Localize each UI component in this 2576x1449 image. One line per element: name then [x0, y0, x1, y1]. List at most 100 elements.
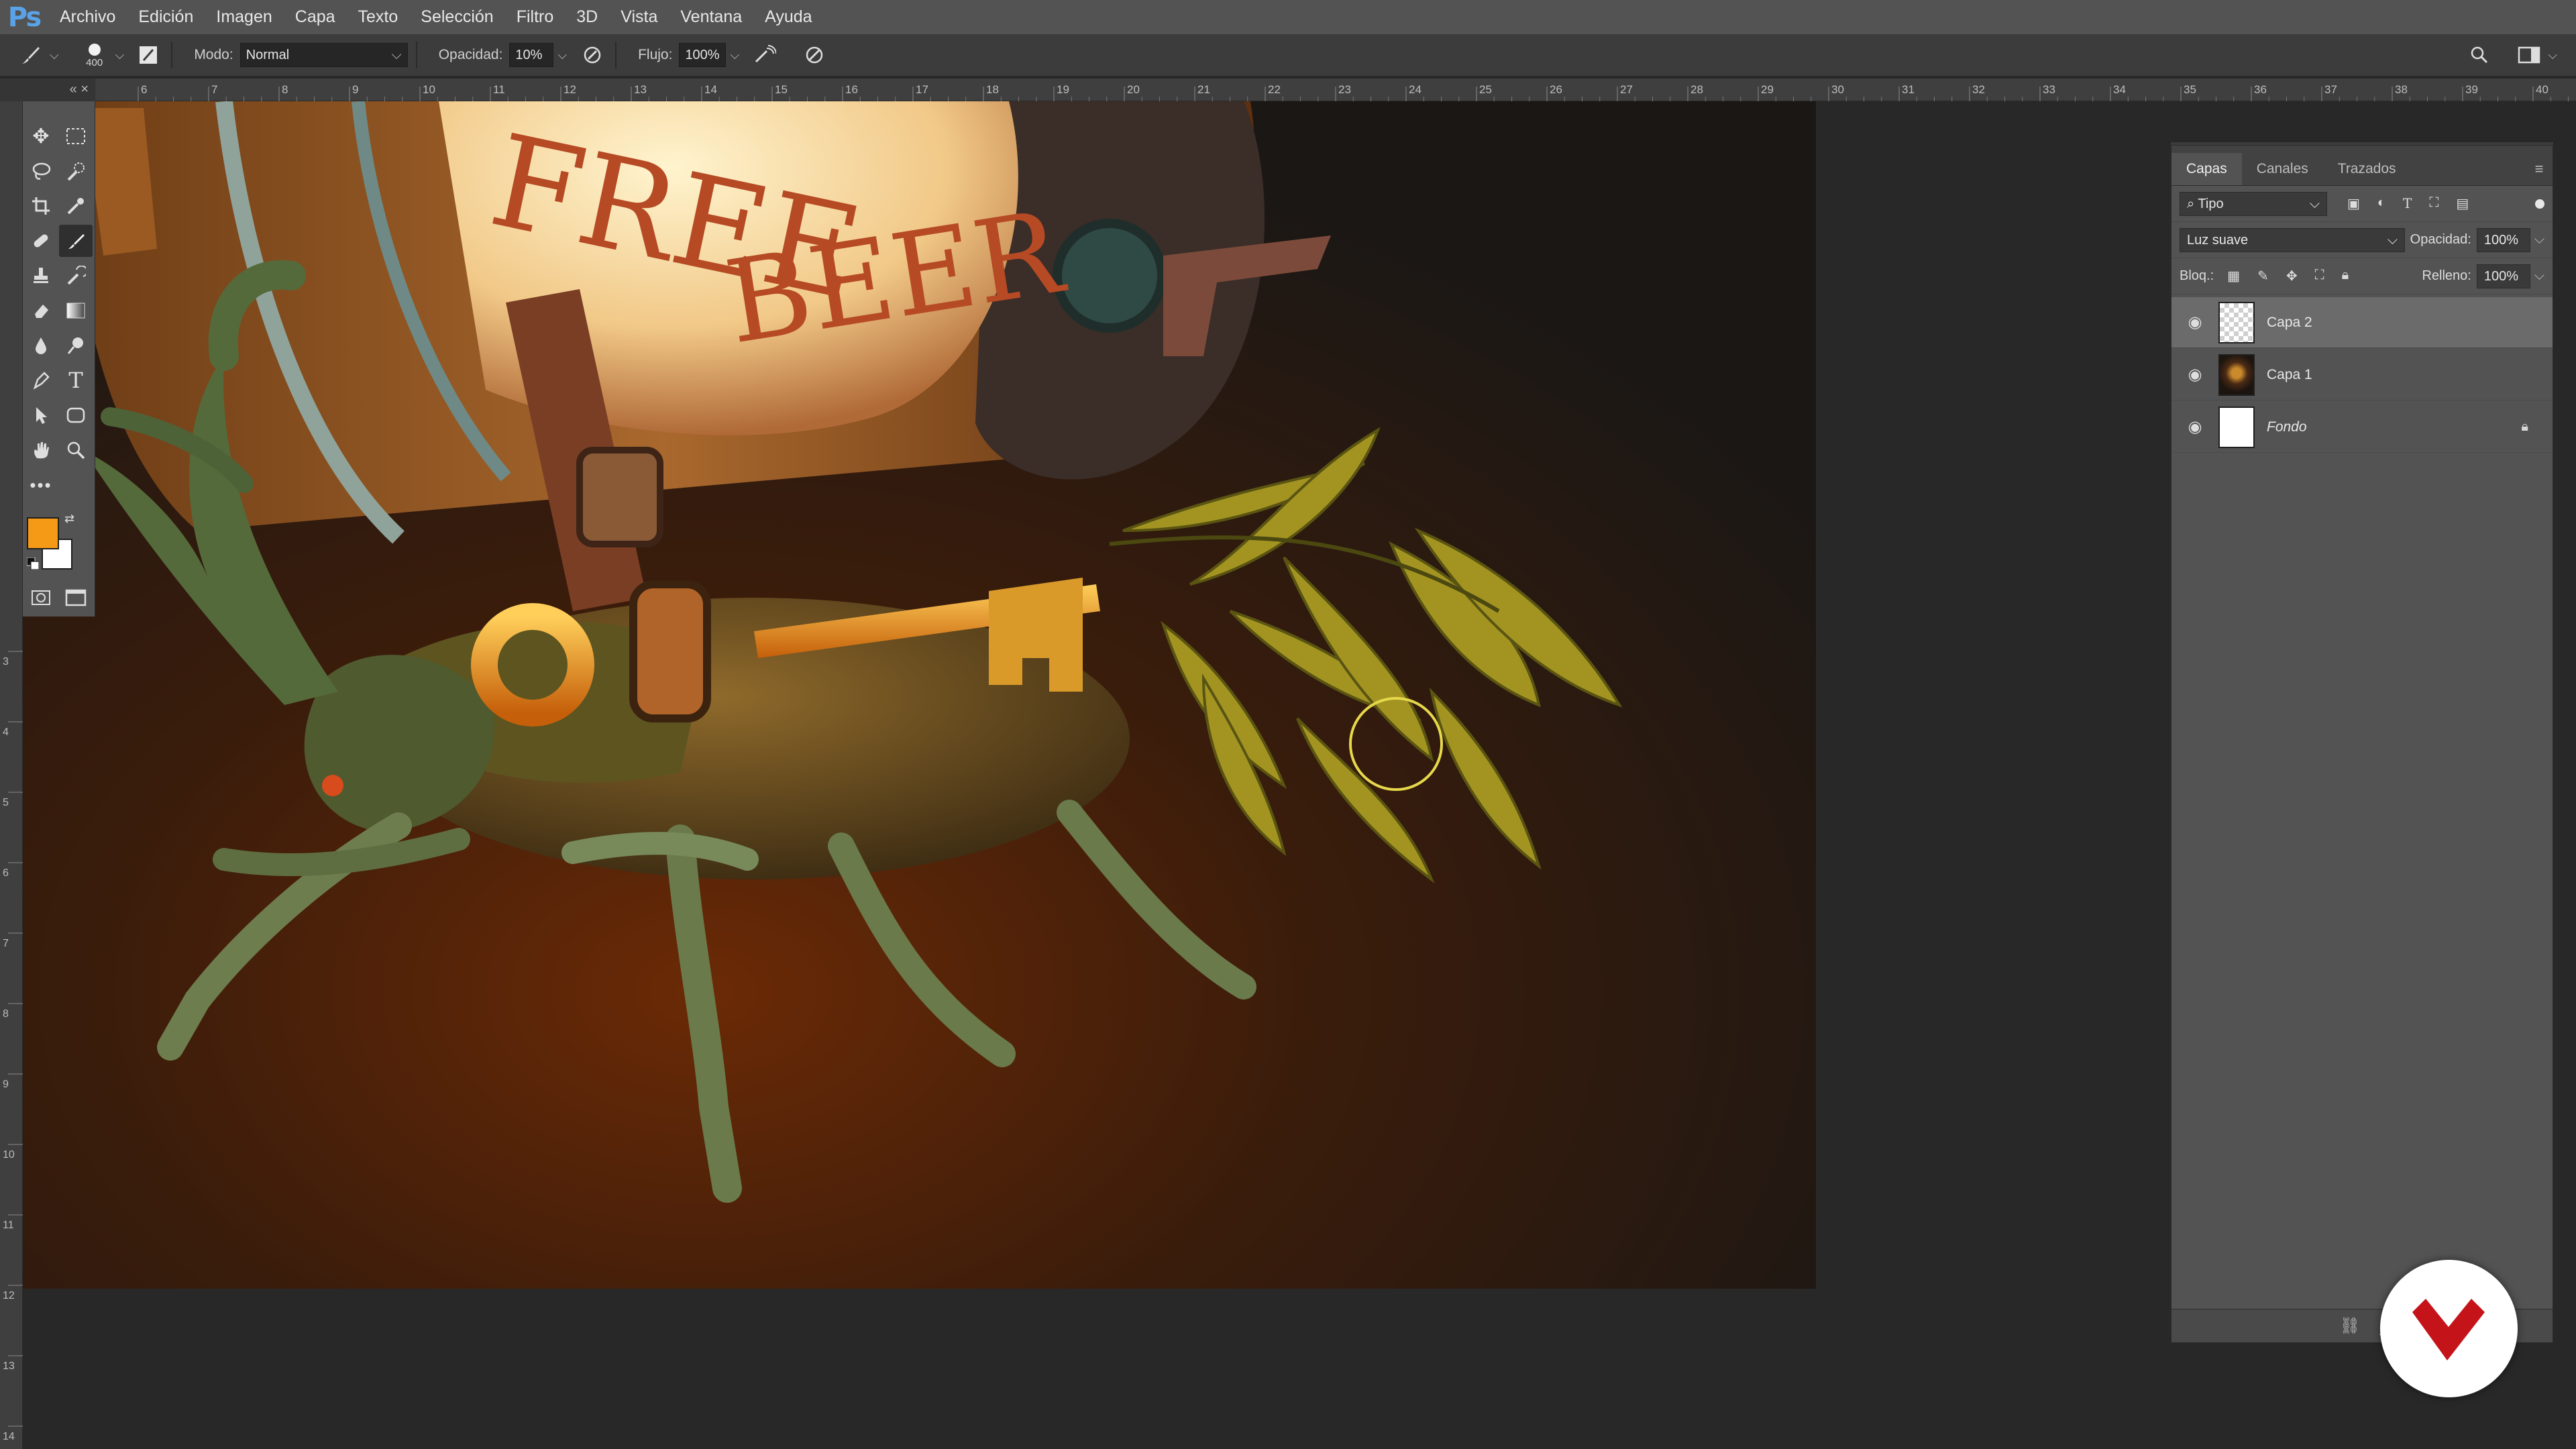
- layer-name[interactable]: Fondo: [2267, 419, 2307, 435]
- screen-mode-icon[interactable]: [59, 582, 93, 614]
- watermark-logo: [2380, 1260, 2518, 1397]
- ruler-label: 29: [1761, 83, 1774, 96]
- swatch-switch-icon[interactable]: ⇄: [64, 512, 74, 526]
- lasso-tool-icon[interactable]: [24, 155, 58, 187]
- menu-3d[interactable]: 3D: [565, 0, 609, 34]
- menu-filtro[interactable]: Filtro: [505, 0, 566, 34]
- search-icon[interactable]: [2465, 40, 2494, 70]
- panel-menu-icon[interactable]: ≡: [2526, 153, 2553, 185]
- history-brush-tool-icon[interactable]: [59, 260, 93, 292]
- mode-select[interactable]: Normal ⌵: [239, 43, 408, 67]
- workspace-icon[interactable]: [2514, 40, 2544, 70]
- menu-seleccion[interactable]: Selección: [409, 0, 504, 34]
- ruler-label: 10: [3, 1149, 15, 1161]
- tab-canales[interactable]: Canales: [2242, 153, 2323, 185]
- chevron-down-icon[interactable]: ⌵: [50, 48, 59, 62]
- more-tools-icon[interactable]: •••: [24, 469, 58, 501]
- layer-opacity-input[interactable]: 100%: [2476, 227, 2530, 252]
- ruler-label: 9: [352, 83, 358, 96]
- layer-filter-row: ⌕ Tipo ⌵ ▣ ◐ T ⛶ ▤: [2171, 186, 2553, 222]
- vertical-ruler: 3 4 5 6 7 8 9 10 11 12 13 14: [0, 101, 23, 1449]
- layer-row-capa-2[interactable]: ◉ Capa 2: [2171, 297, 2553, 348]
- pressure-opacity-icon[interactable]: [578, 40, 607, 70]
- lock-pixels-icon[interactable]: ✎: [2257, 268, 2269, 284]
- brush-tool-icon[interactable]: [16, 40, 46, 70]
- toggle-brush-panel-icon[interactable]: [133, 40, 163, 70]
- lock-all-icon[interactable]: 🔒︎: [2342, 268, 2349, 284]
- opacity-input[interactable]: 10%: [509, 43, 554, 67]
- lock-artboard-icon[interactable]: ⛶: [2315, 268, 2324, 284]
- menu-vista[interactable]: Vista: [609, 0, 669, 34]
- layer-filter-select[interactable]: ⌕ Tipo ⌵: [2180, 191, 2327, 216]
- quickmask-icon[interactable]: [24, 582, 58, 614]
- menu-capa[interactable]: Capa: [284, 0, 347, 34]
- filter-shape-icon[interactable]: ⛶: [2429, 195, 2438, 212]
- zoom-tool-icon[interactable]: [59, 434, 93, 466]
- link-layers-icon[interactable]: ⛓: [2340, 1316, 2360, 1336]
- chevron-down-icon: ⌵: [2309, 196, 2320, 211]
- healing-tool-icon[interactable]: [24, 225, 58, 257]
- filter-toggle-icon[interactable]: [2535, 199, 2544, 209]
- stamp-tool-icon[interactable]: [24, 260, 58, 292]
- eraser-tool-icon[interactable]: [24, 294, 58, 327]
- chevron-down-icon[interactable]: ⌵: [115, 48, 125, 62]
- menu-edicion[interactable]: Edición: [127, 0, 205, 34]
- ruler-label: 25: [1479, 83, 1492, 96]
- brush-preset-icon[interactable]: 400: [78, 40, 111, 70]
- layer-name[interactable]: Capa 1: [2267, 367, 2312, 383]
- filter-adjustment-icon[interactable]: ◐: [2377, 195, 2385, 212]
- chevron-down-icon[interactable]: ⌵: [2534, 268, 2544, 284]
- path-select-tool-icon[interactable]: [24, 399, 58, 431]
- chevron-down-icon[interactable]: ⌵: [730, 48, 739, 62]
- airbrush-icon[interactable]: [750, 40, 780, 70]
- gradient-tool-icon[interactable]: [59, 294, 93, 327]
- flow-input[interactable]: 100%: [679, 43, 727, 67]
- filter-type-icon[interactable]: T: [2403, 195, 2412, 212]
- quick-select-tool-icon[interactable]: [59, 155, 93, 187]
- eye-icon[interactable]: ◉: [2171, 417, 2218, 437]
- foreground-color-swatch[interactable]: [27, 517, 59, 549]
- menu-ayuda[interactable]: Ayuda: [753, 0, 823, 34]
- type-tool-icon[interactable]: T: [59, 364, 93, 396]
- brush-tool-icon[interactable]: [59, 225, 93, 257]
- artwork-image[interactable]: FREE BEER: [23, 101, 1816, 1289]
- blend-mode-select[interactable]: Luz suave ⌵: [2180, 227, 2405, 252]
- menu-ventana[interactable]: Ventana: [669, 0, 753, 34]
- lock-position-icon[interactable]: ✥: [2286, 268, 2298, 284]
- chevron-down-icon[interactable]: ⌵: [2534, 232, 2544, 248]
- chevron-down-icon[interactable]: ⌵: [557, 48, 567, 62]
- tab-trazados[interactable]: Trazados: [2323, 153, 2411, 185]
- default-colors-icon[interactable]: [26, 557, 40, 570]
- hand-tool-icon[interactable]: [24, 434, 58, 466]
- pressure-size-icon[interactable]: [800, 40, 829, 70]
- eyedropper-tool-icon[interactable]: [59, 190, 93, 222]
- marquee-tool-icon[interactable]: [59, 120, 93, 152]
- layer-fill-input[interactable]: 100%: [2476, 264, 2530, 288]
- menu-imagen[interactable]: Imagen: [205, 0, 283, 34]
- ruler-label: 37: [2324, 83, 2337, 96]
- horizontal-ruler: 6 7 8 9 10 11 12 13 14 15 16 17 18 19 20 21 22 23 24 25 26 27…: [95, 78, 2576, 101]
- eye-icon[interactable]: ◉: [2171, 365, 2218, 384]
- crop-tool-icon[interactable]: [24, 190, 58, 222]
- layer-name[interactable]: Capa 2: [2267, 315, 2312, 331]
- filter-smartobject-icon[interactable]: ▤: [2456, 195, 2469, 212]
- pen-tool-icon[interactable]: [24, 364, 58, 396]
- move-tool-icon[interactable]: ✥: [24, 120, 58, 152]
- eye-icon[interactable]: ◉: [2171, 313, 2218, 332]
- ruler-label: 6: [3, 867, 9, 879]
- lock-transparent-icon[interactable]: ▦: [2227, 268, 2240, 284]
- layer-row-fondo[interactable]: ◉ Fondo 🔒︎: [2171, 402, 2553, 453]
- blur-tool-icon[interactable]: [24, 329, 58, 362]
- tools-panel-header[interactable]: « ×: [0, 78, 95, 101]
- menu-archivo[interactable]: Archivo: [48, 0, 127, 34]
- dodge-tool-icon[interactable]: [59, 329, 93, 362]
- filter-pixel-icon[interactable]: ▣: [2347, 195, 2360, 212]
- menu-texto[interactable]: Texto: [347, 0, 410, 34]
- flow-label: Flujo:: [638, 47, 673, 62]
- document-canvas[interactable]: FREE BEER: [23, 101, 2169, 1449]
- shape-tool-icon[interactable]: [59, 399, 93, 431]
- tab-capas[interactable]: Capas: [2171, 153, 2242, 185]
- chevron-down-icon[interactable]: ⌵: [2548, 48, 2557, 62]
- ruler-label: 31: [1902, 83, 1915, 96]
- layer-row-capa-1[interactable]: ◉ Capa 1: [2171, 350, 2553, 400]
